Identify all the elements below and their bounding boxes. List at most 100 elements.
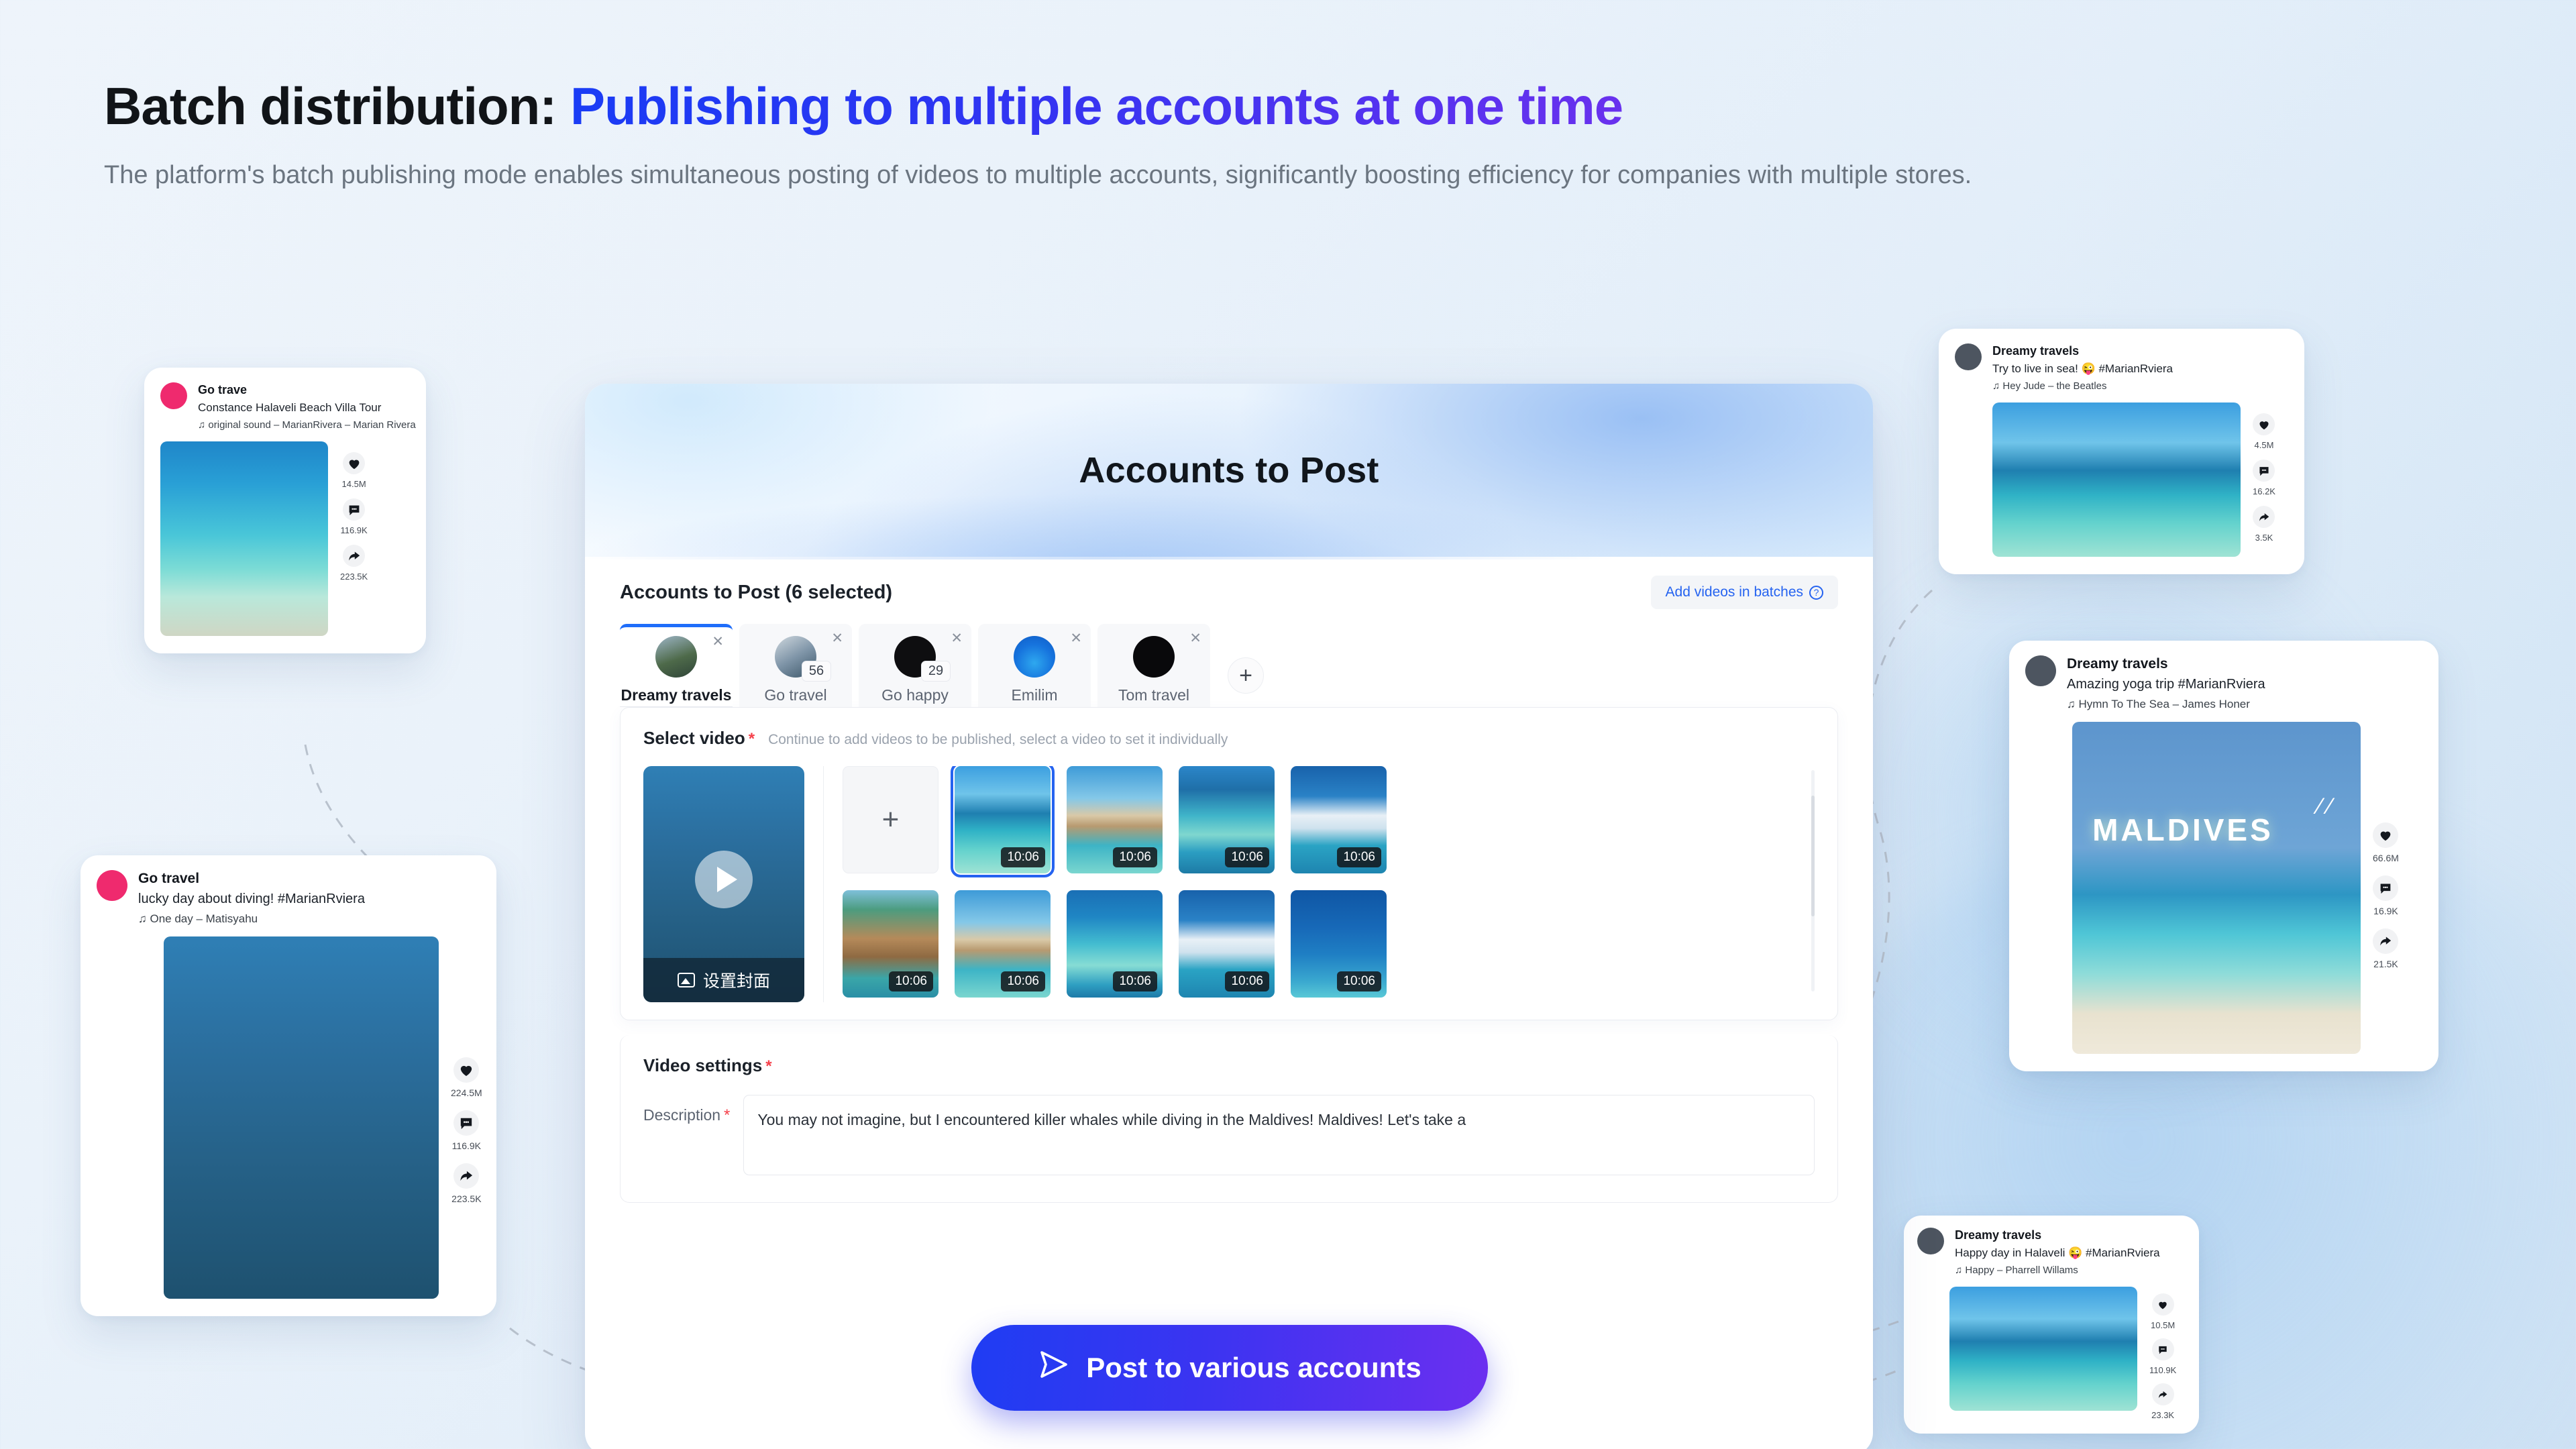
description-label: Description * (643, 1095, 730, 1125)
video-thumbnail[interactable]: 10:06 (1067, 766, 1163, 873)
video-preview[interactable]: 设置封面 (643, 766, 804, 1002)
stat-value: 66.6M (2373, 853, 2399, 864)
close-icon[interactable]: ✕ (831, 631, 843, 645)
video-thumbnail[interactable]: 10:06 (1067, 890, 1163, 998)
post-stats: 224.5M 116.9K 223.5K (451, 936, 482, 1299)
stat-likes[interactable]: 66.6M (2373, 822, 2399, 863)
music-title: Hey Jude – the Beatles (2002, 380, 2107, 392)
stat-comments[interactable]: 116.9K (340, 498, 368, 535)
account-name: Emilim (1011, 686, 1058, 704)
stat-shares[interactable]: 223.5K (340, 545, 368, 582)
play-icon[interactable] (695, 850, 753, 908)
avatar (655, 636, 697, 678)
account-chip-dreamy-travels[interactable]: ✕ Dreamy travels (620, 624, 733, 707)
post-card-right-bottom[interactable]: Dreamy travels Happy day in Halaveli 😜 #… (1904, 1216, 2199, 1434)
thumbnail-grid: + 10:06 10:06 10:06 10:06 10:06 10:06 10… (843, 766, 1815, 998)
post-card-body: 14.5M 116.9K 223.5K (160, 441, 410, 637)
set-cover-button[interactable]: 设置封面 (643, 958, 804, 1002)
stat-shares[interactable]: 223.5K (451, 1163, 482, 1204)
post-card-right-top[interactable]: Dreamy travels Try to live in sea! 😜 #Ma… (1939, 329, 2304, 575)
stat-comments[interactable]: 116.9K (452, 1110, 481, 1151)
close-icon[interactable]: ✕ (712, 635, 724, 649)
video-thumbnail[interactable]: 10:06 (955, 890, 1051, 998)
add-videos-in-batches-button[interactable]: Add videos in batches ? (1650, 576, 1838, 609)
post-stats: 66.6M 16.9K 21.5K (2373, 722, 2399, 1054)
close-icon[interactable]: ✕ (1189, 631, 1201, 645)
stat-likes[interactable]: 10.5M (2151, 1293, 2175, 1330)
post-card-body: MALDIVES ⁄ ⁄ 66.6M 16.9K 21.5K (2025, 722, 2422, 1055)
share-icon (2151, 1383, 2174, 1406)
stat-comments[interactable]: 16.2K (2253, 460, 2275, 496)
stat-value: 21.5K (2373, 959, 2398, 970)
post-card-left-bottom[interactable]: Go travel lucky day about diving! #Maria… (80, 855, 496, 1317)
post-card-meta: Dreamy travels Happy day in Halaveli 😜 #… (1955, 1228, 2160, 1276)
grid-scrollbar-thumb[interactable] (1811, 796, 1815, 916)
post-card-right-mid[interactable]: Dreamy travels Amazing yoga trip #Marian… (2009, 641, 2438, 1072)
account-name: Go trave (198, 383, 248, 396)
video-thumbnail[interactable]: 10:06 (1179, 890, 1275, 998)
panel-divider (823, 766, 824, 1002)
post-card-header: Dreamy travels Happy day in Halaveli 😜 #… (1917, 1228, 2186, 1276)
stat-shares[interactable]: 23.3K (2151, 1383, 2174, 1420)
post-to-various-accounts-button[interactable]: Post to various accounts (971, 1325, 1488, 1411)
post-stats: 4.5M 16.2K 3.5K (2253, 402, 2275, 557)
account-chip-tom-travel[interactable]: ✕ Tom travel (1097, 624, 1210, 707)
video-duration: 10:06 (1337, 971, 1381, 991)
post-card-meta: Go trave Constance Halaveli Beach Villa … (198, 382, 416, 431)
overlay-text: MALDIVES (2092, 812, 2273, 847)
account-name: Dreamy travels (1992, 344, 2080, 358)
comment-icon (453, 1110, 480, 1136)
stat-comments[interactable]: 16.9K (2373, 875, 2399, 916)
video-thumbnail[interactable]: 10:06 (1291, 766, 1387, 873)
avatar (1955, 343, 1982, 370)
account-chip-go-travel[interactable]: ✕ 56 Go travel (739, 624, 852, 707)
card-banner: Accounts to Post (585, 384, 1873, 559)
post-thumbnail[interactable] (160, 441, 328, 637)
page-title: Batch distribution: Publishing to multip… (104, 78, 2532, 134)
post-stats: 14.5M 116.9K 223.5K (340, 441, 368, 636)
video-thumbnail[interactable]: 10:06 (843, 890, 938, 998)
account-name: Dreamy travels (621, 686, 732, 704)
post-caption: Happy day in Halaveli 😜 #MarianRviera (1955, 1246, 2160, 1259)
video-thumbnail[interactable]: 10:06 (951, 766, 1055, 877)
post-thumbnail[interactable]: MALDIVES ⁄ ⁄ (2072, 722, 2361, 1055)
avatar (97, 870, 127, 901)
close-icon[interactable]: ✕ (951, 631, 963, 645)
add-account-button[interactable]: + (1228, 657, 1264, 694)
stat-likes[interactable]: 4.5M (2253, 413, 2275, 450)
account-chip-list: ✕ Dreamy travels ✕ 56 Go travel ✕ 29 Go … (620, 624, 1838, 707)
post-thumbnail[interactable] (1949, 1287, 2137, 1411)
stat-value: 14.5M (341, 479, 366, 490)
avatar (1014, 636, 1055, 678)
send-icon (1038, 1350, 1070, 1386)
select-video-header: Select video * Continue to add videos to … (643, 728, 1815, 749)
comment-icon (2151, 1338, 2174, 1361)
post-card-meta: Dreamy travels Amazing yoga trip #Marian… (2067, 655, 2265, 711)
stat-value: 23.3K (2151, 1410, 2175, 1421)
stat-likes[interactable]: 224.5M (451, 1057, 482, 1098)
post-music: ♫ original sound – MarianRivera – Marian… (198, 419, 416, 431)
cta-label: Post to various accounts (1086, 1352, 1421, 1383)
account-chip-emilim[interactable]: ✕ Emilim (978, 624, 1091, 707)
description-input[interactable]: You may not imagine, but I encountered k… (743, 1095, 1815, 1175)
stat-likes[interactable]: 14.5M (342, 452, 366, 489)
avatar (1133, 636, 1175, 678)
set-cover-label: 设置封面 (702, 972, 770, 991)
video-area: 设置封面 + 10:06 10:06 10:06 10:06 10:06 10:… (643, 766, 1815, 1002)
post-stats: 10.5M 110.9K 23.3K (2149, 1287, 2176, 1420)
add-video-tile[interactable]: + (843, 766, 938, 873)
account-chip-go-happy[interactable]: ✕ 29 Go happy (859, 624, 971, 707)
plus-icon: + (1239, 662, 1252, 688)
help-icon[interactable]: ? (1809, 585, 1823, 600)
stat-shares[interactable]: 3.5K (2253, 506, 2275, 543)
stat-comments[interactable]: 110.9K (2149, 1338, 2176, 1375)
post-thumbnail[interactable] (1992, 402, 2241, 557)
stat-shares[interactable]: 21.5K (2373, 928, 2399, 970)
video-thumbnail[interactable]: 10:06 (1179, 766, 1275, 873)
video-thumbnail[interactable]: 10:06 (1291, 890, 1387, 998)
post-card-left-top[interactable]: Go trave Constance Halaveli Beach Villa … (144, 368, 426, 654)
accounts-section-header: Accounts to Post (6 selected) Add videos… (620, 576, 1838, 609)
close-icon[interactable]: ✕ (1070, 631, 1082, 645)
post-thumbnail[interactable] (164, 936, 439, 1299)
post-card-body: 10.5M 110.9K 23.3K (1917, 1287, 2186, 1420)
